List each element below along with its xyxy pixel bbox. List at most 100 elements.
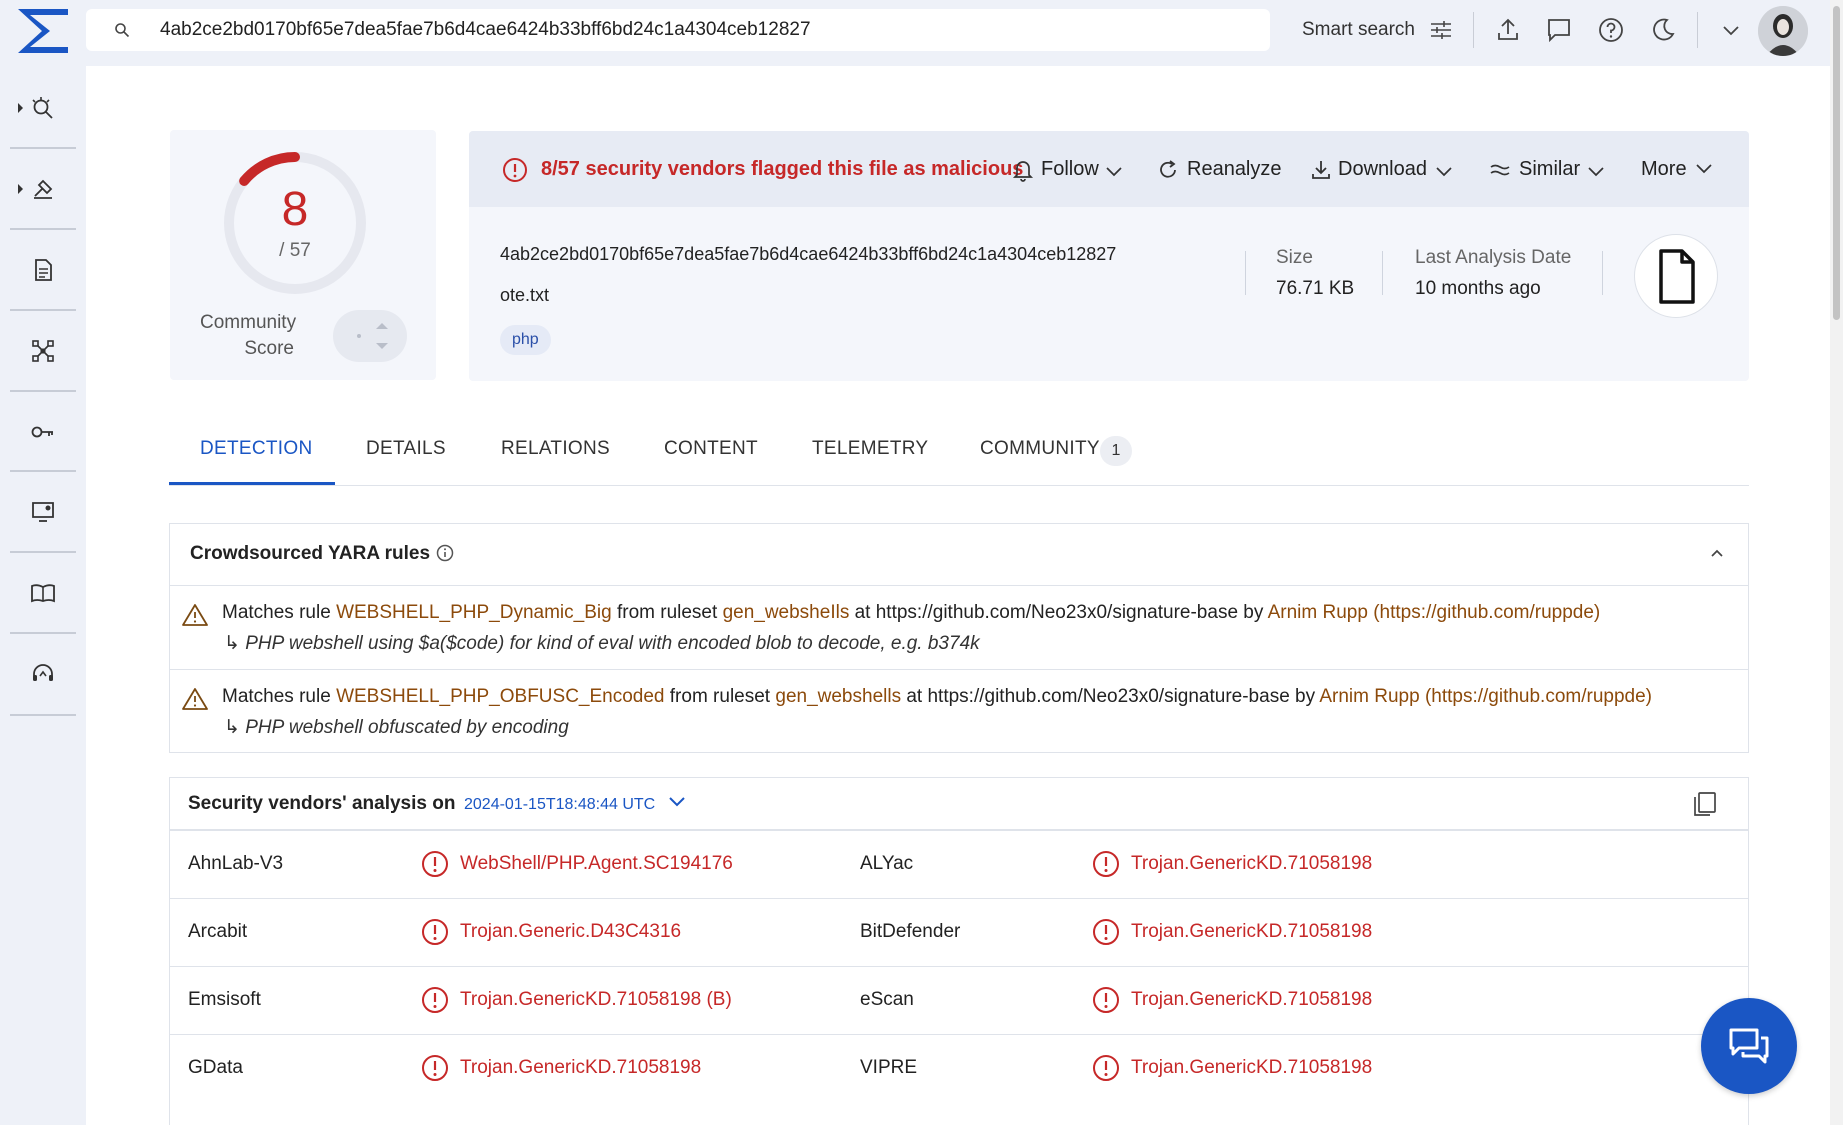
- malicious-alert-icon: [422, 987, 448, 1013]
- malicious-flag-text: 8/57 security vendors flagged this file …: [541, 158, 1024, 180]
- search-input[interactable]: [160, 15, 1240, 45]
- detail-tabs: DETECTION DETAILS RELATIONS CONTENT TELE…: [169, 420, 1749, 486]
- dark-mode-icon[interactable]: [1649, 16, 1677, 44]
- yara-header[interactable]: Crowdsourced YARA rules: [170, 524, 1748, 586]
- meta-divider: [1245, 251, 1246, 295]
- chevron-down-icon[interactable]: [1717, 16, 1745, 44]
- user-avatar-icon: [1758, 6, 1808, 56]
- rule-link[interactable]: WEBSHELL_PHP_Dynamic_Big: [336, 602, 612, 623]
- malicious-alert-icon: [1093, 919, 1119, 945]
- community-vote-toggle[interactable]: [333, 310, 407, 362]
- vendor-row: GData Trojan.GenericKD.71058198 VIPRE Troja…: [170, 1034, 1748, 1102]
- info-icon[interactable]: [435, 543, 455, 563]
- similar-button[interactable]: Similar: [1519, 158, 1580, 184]
- malicious-alert-icon: [422, 919, 448, 945]
- sliders-icon[interactable]: [1429, 19, 1453, 41]
- sidebar-item-intelligence[interactable]: [10, 75, 76, 141]
- sidebar-item-api-key[interactable]: [10, 399, 76, 465]
- file-icon: [1659, 249, 1695, 304]
- community-count-badge: 1: [1100, 436, 1132, 466]
- yara-rule-line: Matches rule WEBSHELL_PHP_OBFUSC_Encoded…: [222, 686, 1653, 707]
- download-icon: [1312, 161, 1330, 179]
- graph-nodes-icon: [32, 340, 54, 362]
- vendor-name: ALYac: [860, 853, 914, 874]
- sidebar-divider: [10, 390, 76, 392]
- detection-result: Trojan.Generic.D43C4316: [460, 921, 682, 942]
- sidebar-item-monitor[interactable]: [10, 479, 76, 545]
- vote-arrows-icon: [357, 323, 388, 349]
- rule-link[interactable]: WEBSHELL_PHP_OBFUSC_Encoded: [336, 686, 664, 707]
- file-tag[interactable]: php: [500, 325, 551, 355]
- avatar[interactable]: [1758, 6, 1808, 56]
- reanalyze-button[interactable]: Reanalyze: [1187, 158, 1282, 184]
- chevron-down-icon[interactable]: [1436, 167, 1452, 177]
- ruleset-link[interactable]: gen_websheIls: [723, 602, 850, 623]
- sidebar-item-docs[interactable]: [10, 560, 76, 626]
- yara-rule-line: Matches rule WEBSHELL_PHP_Dynamic_Big fr…: [222, 602, 1601, 623]
- search-icon: [115, 23, 130, 38]
- vendor-analysis-header: Security vendors' analysis on 2024-01-15…: [170, 778, 1748, 830]
- book-open-icon: [31, 584, 55, 603]
- sidebar-divider: [10, 147, 76, 149]
- detection-result: Trojan.GenericKD.71058198: [1131, 853, 1373, 874]
- detection-result: WebShell/PHP.Agent.SC194176: [460, 853, 733, 874]
- tab-detection[interactable]: DETECTION: [200, 438, 312, 460]
- chat-bubble-icon[interactable]: [1545, 16, 1573, 44]
- vendor-name: BitDefender: [860, 921, 961, 942]
- vendor-name: eScan: [860, 989, 914, 1010]
- sidebar-item-graph[interactable]: [10, 318, 76, 384]
- monitor-settings-icon: [32, 502, 54, 522]
- more-button[interactable]: More: [1641, 158, 1687, 184]
- yara-rule-item: Matches rule WEBSHELL_PHP_Dynamic_Big fr…: [170, 586, 1748, 669]
- smart-search-label[interactable]: Smart search: [1302, 19, 1415, 41]
- tab-telemetry[interactable]: TELEMETRY: [812, 438, 928, 460]
- search-box[interactable]: [86, 9, 1270, 51]
- virustotal-logo-icon[interactable]: [14, 6, 72, 56]
- scrollbar-thumb[interactable]: [1833, 6, 1840, 320]
- tab-details[interactable]: DETAILS: [366, 438, 446, 460]
- malicious-alert-icon: [1093, 851, 1119, 877]
- vendor-name: GData: [188, 1057, 243, 1078]
- sidebar-divider: [10, 309, 76, 311]
- vendor-row: Emsisoft Trojan.GenericKD.71058198 (B) eSc…: [170, 966, 1748, 1034]
- analysis-date-selector[interactable]: 2024-01-15T18:48:44 UTC: [464, 796, 655, 814]
- warning-triangle-icon: [182, 688, 208, 710]
- size-label: Size: [1276, 247, 1313, 268]
- sidebar-item-support[interactable]: [10, 641, 76, 707]
- sidebar-item-reports[interactable]: [10, 237, 76, 303]
- size-value: 76.71 KB: [1276, 278, 1355, 299]
- tab-community[interactable]: COMMUNITY: [980, 438, 1100, 460]
- author-link[interactable]: Arnim Rupp (https://github.com/ruppde): [1268, 602, 1601, 623]
- bell-icon: [1012, 161, 1034, 182]
- chevron-down-icon[interactable]: [1696, 164, 1712, 174]
- malicious-alert-icon: [1093, 987, 1119, 1013]
- file-hash[interactable]: 4ab2ce2bd0170bf65e7dea5fae7b6d4cae6424b3…: [500, 244, 1116, 265]
- file-summary-card: 8/57 security vendors flagged this file …: [469, 131, 1749, 381]
- tab-content[interactable]: CONTENT: [664, 438, 758, 460]
- chevron-down-icon[interactable]: [668, 796, 686, 808]
- vendor-name: AhnLab-V3: [188, 853, 284, 874]
- vendor-name: Arcabit: [188, 921, 248, 942]
- chevron-down-icon[interactable]: [1588, 167, 1604, 177]
- collapse-caret-icon[interactable]: [1710, 548, 1724, 558]
- chat-support-button[interactable]: [1701, 998, 1797, 1094]
- author-link[interactable]: Arnim Rupp (https://github.com/ruppde): [1319, 686, 1652, 707]
- help-icon[interactable]: [1597, 16, 1625, 44]
- detection-result: Trojan.GenericKD.71058198: [1131, 1057, 1373, 1078]
- sidebar-item-hunting[interactable]: [10, 156, 76, 222]
- expand-caret-icon: [18, 184, 23, 194]
- sidebar-divider: [10, 228, 76, 230]
- tab-relations[interactable]: RELATIONS: [501, 438, 610, 460]
- copy-icon[interactable]: [1692, 790, 1718, 818]
- vendor-row: Arcabit Trojan.Generic.D43C4316 BitDefende…: [170, 898, 1748, 966]
- chevron-down-icon[interactable]: [1106, 167, 1122, 177]
- meta-divider: [1382, 251, 1383, 295]
- upload-icon[interactable]: [1494, 16, 1522, 44]
- follow-button[interactable]: Follow: [1041, 158, 1099, 184]
- ruleset-link[interactable]: gen_webshells: [775, 686, 901, 707]
- expand-caret-icon: [18, 103, 23, 113]
- yara-rule-item: Matches rule WEBSHELL_PHP_OBFUSC_Encoded…: [170, 669, 1748, 752]
- sidebar-divider: [10, 714, 76, 716]
- page-scrollbar[interactable]: [1830, 0, 1843, 1125]
- download-button[interactable]: Download: [1338, 158, 1427, 184]
